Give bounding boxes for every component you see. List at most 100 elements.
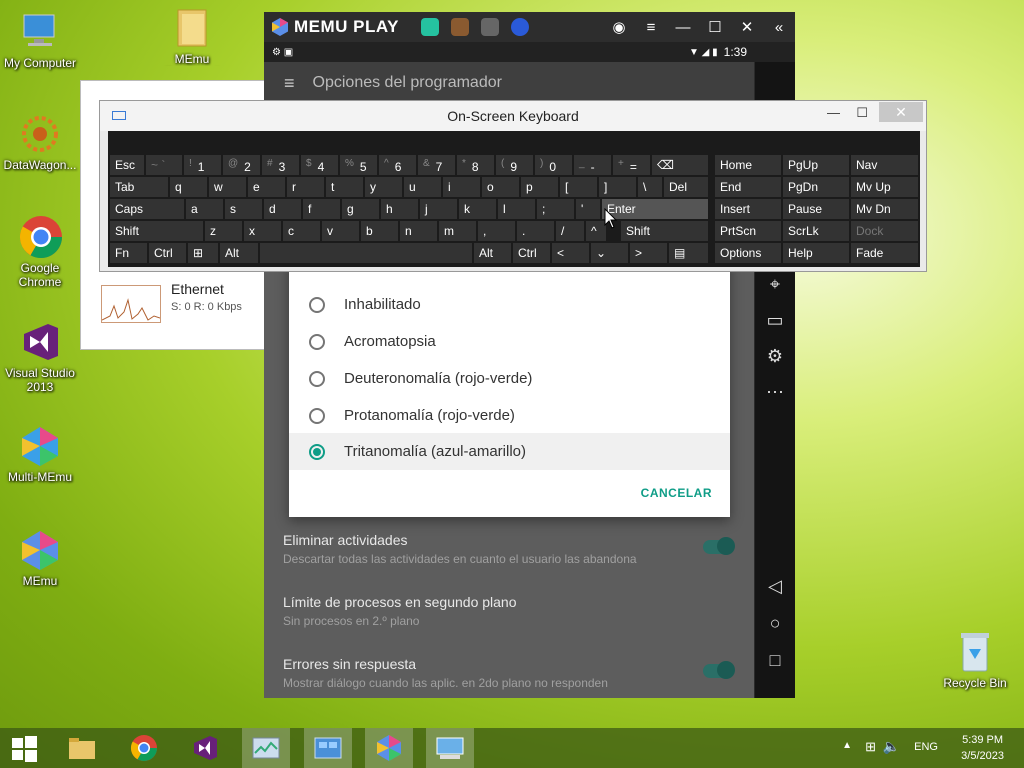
taskbar-file-explorer[interactable] — [58, 728, 106, 768]
option-acromatopsia[interactable]: Acromatopsia — [289, 323, 730, 360]
key-end[interactable]: End — [715, 177, 781, 197]
key-bracket-left[interactable]: [ — [560, 177, 597, 197]
volume-icon[interactable]: 🔈 — [883, 738, 900, 755]
radio-button[interactable] — [309, 407, 325, 424]
key-home[interactable]: Home — [715, 155, 781, 175]
key-arrow-right[interactable]: > — [630, 243, 667, 263]
key-m[interactable]: m — [439, 221, 476, 241]
tray-chevron-icon[interactable]: ▲ — [842, 740, 852, 751]
context-menu-key[interactable]: ▤ — [669, 243, 708, 263]
option-inhabilitado[interactable]: Inhabilitado — [289, 286, 730, 323]
key-ctrl-left[interactable]: Ctrl — [149, 243, 186, 263]
key-z[interactable]: z — [205, 221, 242, 241]
key-c[interactable]: c — [283, 221, 320, 241]
key-6[interactable]: ^ 6 — [379, 155, 416, 175]
key-x[interactable]: x — [244, 221, 281, 241]
key-shift-right[interactable]: Shift — [621, 221, 708, 241]
cancel-button[interactable]: CANCELAR — [641, 486, 712, 500]
maximize-button[interactable]: ☐ — [699, 18, 731, 36]
back-icon[interactable]: ◁ — [755, 576, 795, 597]
key-insert[interactable]: Insert — [715, 199, 781, 219]
start-button[interactable] — [0, 728, 48, 768]
memu-titlebar[interactable]: MEMU PLAY ◉ ≡ — ☐ ✕ « — [264, 12, 795, 42]
key-0[interactable]: ) 0 — [535, 155, 572, 175]
key-q[interactable]: q — [170, 177, 207, 197]
collapse-sidebar-icon[interactable]: « — [763, 19, 795, 36]
key-pgup[interactable]: PgUp — [783, 155, 849, 175]
key-g[interactable]: g — [342, 199, 379, 219]
key-e[interactable]: e — [248, 177, 285, 197]
desktop-icon-memu-download[interactable]: MEmu Download — [152, 6, 232, 66]
radio-button[interactable] — [309, 333, 325, 350]
key-n[interactable]: n — [400, 221, 437, 241]
key-r[interactable]: r — [287, 177, 324, 197]
key-backslash[interactable]: \ — [638, 177, 662, 197]
key-h[interactable]: h — [381, 199, 418, 219]
setting-errores-sin-respuesta[interactable]: Errores sin respuesta Mostrar diálogo cu… — [283, 656, 735, 690]
key-s[interactable]: s — [225, 199, 262, 219]
key-y[interactable]: y — [365, 177, 402, 197]
maximize-button[interactable]: ☐ — [856, 105, 868, 121]
key-alt-left[interactable]: Alt — [220, 243, 258, 263]
desktop-icon-memu[interactable]: MEmu — [0, 528, 80, 588]
taskbar-task-manager[interactable] — [242, 728, 290, 768]
key-3[interactable]: #3 — [262, 155, 299, 175]
key-o[interactable]: o — [482, 177, 519, 197]
desktop-icon-datawagon[interactable]: DataWagon... — [0, 112, 80, 172]
radio-button[interactable] — [309, 370, 325, 387]
key-p[interactable]: p — [521, 177, 558, 197]
close-button[interactable]: ✕ — [731, 18, 763, 36]
tab-settings-icon[interactable] — [480, 18, 499, 36]
key-v[interactable]: v — [322, 221, 359, 241]
backspace-key[interactable]: ⌫ — [652, 155, 708, 175]
key-esc[interactable]: Esc — [110, 155, 144, 175]
key-mv-dn[interactable]: Mv Dn — [851, 199, 918, 219]
desktop-icon-recycle-bin[interactable]: Recycle Bin — [935, 630, 1015, 690]
setting-eliminar-actividades[interactable]: Eliminar actividades Descartar todas las… — [283, 532, 735, 566]
key-1[interactable]: ! 1 — [184, 155, 221, 175]
menu-icon[interactable]: ≡ — [635, 19, 667, 36]
key-t[interactable]: t — [326, 177, 363, 197]
option-deuteronomalia[interactable]: Deuteronomalía (rojo-verde) — [289, 360, 730, 397]
key-caps[interactable]: Caps — [110, 199, 184, 219]
network-icon[interactable]: ⊞ — [865, 739, 876, 755]
key-arrow-up[interactable]: ^ — [586, 221, 606, 241]
key-a[interactable]: a — [186, 199, 223, 219]
key-arrow-down[interactable]: ⌄ — [591, 243, 628, 263]
windows-key[interactable]: ⊞ — [188, 243, 218, 263]
taskbar-memu[interactable] — [365, 728, 413, 768]
key-j[interactable]: j — [420, 199, 457, 219]
key-bracket-right[interactable]: ] — [599, 177, 636, 197]
key-equals[interactable]: + = — [613, 155, 650, 175]
language-indicator[interactable]: ENG — [914, 741, 938, 753]
tab-memu-icon[interactable] — [510, 18, 529, 36]
key-shift-left[interactable]: Shift — [110, 221, 203, 241]
key-semicolon[interactable]: ; — [537, 199, 574, 219]
tab-app-icon-1[interactable] — [420, 18, 439, 36]
key-alt-right[interactable]: Alt — [474, 243, 511, 263]
gear-icon[interactable]: ⚙ — [755, 346, 795, 367]
key-dock[interactable]: Dock — [851, 221, 918, 241]
osk-titlebar[interactable]: On-Screen Keyboard — ☐ ✕ — [100, 101, 926, 131]
key-l[interactable]: l — [498, 199, 535, 219]
key-scrlk[interactable]: ScrLk — [783, 221, 849, 241]
key-b[interactable]: b — [361, 221, 398, 241]
key-7[interactable]: & 7 — [418, 155, 455, 175]
key-f[interactable]: f — [303, 199, 340, 219]
desktop-icon-my-computer[interactable]: My Computer — [0, 10, 80, 70]
folder-icon[interactable]: ▭ — [755, 310, 795, 331]
key-i[interactable]: i — [443, 177, 480, 197]
key-k[interactable]: k — [459, 199, 496, 219]
key-2[interactable]: @2 — [223, 155, 260, 175]
key-mv-up[interactable]: Mv Up — [851, 177, 918, 197]
close-button[interactable]: ✕ — [879, 102, 923, 122]
key-fade[interactable]: Fade — [851, 243, 918, 263]
taskbar-visual-studio[interactable] — [181, 728, 229, 768]
key-ctrl-right[interactable]: Ctrl — [513, 243, 550, 263]
key-period[interactable]: . — [517, 221, 554, 241]
account-icon[interactable]: ◉ — [603, 18, 635, 36]
key-tilde[interactable]: ~ ` — [146, 155, 182, 175]
tab-app-icon-2[interactable] — [450, 18, 469, 36]
key-pause[interactable]: Pause — [783, 199, 849, 219]
recents-icon[interactable]: □ — [755, 650, 795, 671]
